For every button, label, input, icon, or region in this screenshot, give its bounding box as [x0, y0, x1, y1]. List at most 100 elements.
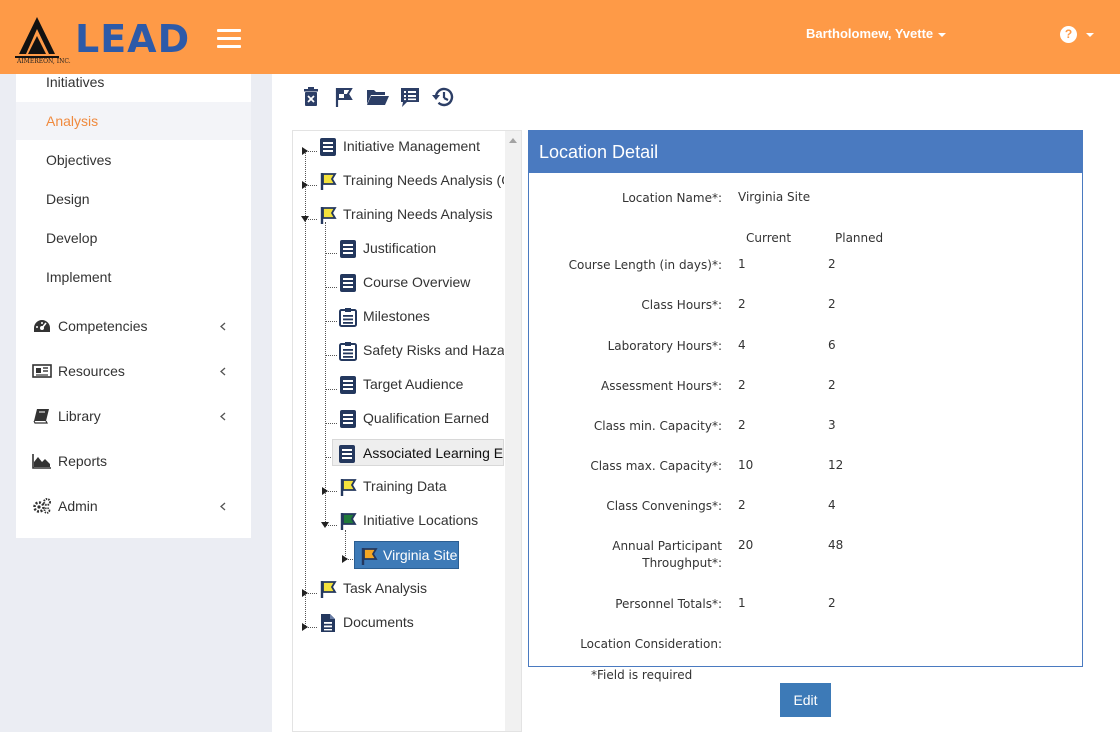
tree-node-task-analysis[interactable]: Task Analysis: [319, 576, 504, 600]
sidebar-item-competencies[interactable]: Competencies: [16, 306, 251, 346]
tree-node-training-data[interactable]: Training Data: [339, 474, 504, 498]
expand-arrow-icon[interactable]: [301, 181, 309, 189]
sidebar-item-label: Reports: [58, 453, 108, 469]
column-header-current: Current: [746, 231, 792, 245]
tree-node-milestones[interactable]: Milestones: [339, 304, 504, 328]
expand-arrow-icon[interactable]: [301, 589, 309, 597]
sidebar-item-label: Competencies: [58, 318, 148, 334]
tree-node-label: Milestones: [363, 308, 430, 324]
sidebar-item-reports[interactable]: Reports: [16, 441, 251, 481]
sidebar-item-label: Resources: [58, 363, 125, 379]
sidebar-item-analysis[interactable]: Analysis: [16, 102, 251, 140]
folder-open-icon[interactable]: [366, 86, 390, 108]
history-icon[interactable]: [432, 86, 454, 108]
flag-icon[interactable]: [333, 86, 355, 108]
tree-node-tna-c[interactable]: Training Needs Analysis (C: [319, 168, 504, 192]
file-icon: [321, 614, 335, 632]
tree-node-justification[interactable]: Justification: [339, 236, 504, 260]
edit-button[interactable]: Edit: [780, 683, 831, 717]
tree-node-qualification-earned[interactable]: Qualification Earned: [339, 406, 504, 430]
current-value: 20: [738, 538, 754, 552]
tree-node-label: Initiative Locations: [363, 512, 479, 528]
field-course-length: Course Length (in days)*: 1 2: [529, 257, 1082, 277]
document-icon: [320, 138, 336, 156]
sidebar-item-resources[interactable]: Resources: [16, 351, 251, 391]
field-label: Course Length (in days)*:: [568, 258, 722, 272]
user-menu[interactable]: Bartholomew, Yvette: [806, 26, 947, 41]
tree-node-tna[interactable]: Training Needs Analysis: [319, 202, 504, 226]
expand-arrow-icon[interactable]: [321, 487, 329, 495]
tree-node-label: Justification: [363, 240, 437, 256]
tree-node-course-overview[interactable]: Course Overview: [339, 270, 504, 294]
tree-node-associated-learning[interactable]: Associated Learning Ev: [332, 439, 504, 466]
document-icon: [340, 274, 356, 292]
document-icon: [340, 410, 356, 428]
chevron-left-icon: [220, 322, 226, 331]
field-laboratory-hours: Laboratory Hours*: 4 6: [529, 338, 1082, 358]
sidebar-item-admin[interactable]: Admin: [16, 486, 251, 526]
sidebar-item-library[interactable]: Library: [16, 396, 251, 436]
planned-value: 2: [828, 297, 836, 311]
collapse-arrow-icon[interactable]: [301, 215, 309, 223]
tree-node-initiative-locations[interactable]: Initiative Locations: [339, 508, 504, 532]
panel-title: Location Detail: [529, 131, 1082, 173]
scroll-up-icon[interactable]: [509, 138, 517, 143]
sidebar-item-label: Library: [58, 408, 101, 424]
tree-node-target-audience[interactable]: Target Audience: [339, 372, 504, 396]
tree-node-label: Safety Risks and Haza: [363, 342, 504, 358]
area-chart-icon: [32, 454, 51, 469]
tree-connector: [325, 389, 337, 390]
expand-arrow-icon[interactable]: [301, 623, 309, 631]
field-class-max-capacity: Class max. Capacity*: 10 12: [529, 458, 1082, 478]
cogs-icon: [33, 498, 51, 514]
tree-node-virginia-site[interactable]: Virginia Site: [354, 541, 459, 569]
tree-node-initiative-management[interactable]: Initiative Management: [319, 134, 504, 158]
field-label: Annual Participant Throughput*:: [612, 539, 722, 570]
tree-scrollbar[interactable]: [505, 131, 521, 731]
sidebar-item-initiatives[interactable]: Initiatives: [16, 63, 251, 101]
field-annual-throughput: Annual Participant Throughput*: 20 48: [529, 538, 1082, 578]
planned-value: 48: [828, 538, 844, 552]
clipboard-icon: [339, 342, 357, 361]
orange-flag-icon: [361, 548, 378, 565]
document-icon: [339, 445, 355, 463]
field-class-hours: Class Hours*: 2 2: [529, 297, 1082, 317]
expand-arrow-icon[interactable]: [301, 147, 309, 155]
sidebar-item-objectives[interactable]: Objectives: [16, 141, 251, 179]
list-alt-icon[interactable]: [399, 86, 421, 108]
newspaper-icon: [32, 364, 52, 378]
document-icon: [340, 240, 356, 258]
tree-node-label: Initiative Management: [343, 138, 480, 154]
tree-node-documents[interactable]: Documents: [319, 610, 504, 634]
sidebar-item-design[interactable]: Design: [16, 180, 251, 218]
green-flag-icon: [340, 513, 357, 530]
expand-arrow-icon[interactable]: [341, 555, 349, 563]
sidebar-item-implement[interactable]: Implement: [16, 258, 251, 296]
field-label: Laboratory Hours*:: [607, 339, 722, 353]
sidebar-item-develop[interactable]: Develop: [16, 219, 251, 257]
book-icon: [33, 409, 49, 424]
brand-logo[interactable]: LEAD AIMEREON, INC.: [15, 14, 200, 66]
current-value: 2: [738, 498, 746, 512]
tree-node-label: Virginia Site: [383, 547, 458, 563]
current-value: 2: [738, 418, 746, 432]
collapse-arrow-icon[interactable]: [321, 521, 329, 529]
help-menu[interactable]: ?: [1060, 26, 1096, 44]
dashboard-icon: [34, 320, 50, 332]
sidebar: Initiatives Analysis Objectives Design D…: [16, 74, 251, 538]
yellow-flag-icon: [320, 581, 337, 598]
tree-node-label: Course Overview: [363, 274, 471, 290]
tree-connector: [325, 355, 337, 356]
tree-node-safety-risks[interactable]: Safety Risks and Haza: [339, 338, 504, 362]
logo-wordmark: LEAD: [75, 17, 191, 61]
tree-node-label: Documents: [343, 614, 414, 630]
delete-icon[interactable]: [300, 86, 322, 108]
tree-connector: [325, 287, 337, 288]
chevron-left-icon: [220, 412, 226, 421]
planned-value: 2: [828, 257, 836, 271]
field-label: Class Hours*:: [641, 298, 722, 312]
field-class-min-capacity: Class min. Capacity*: 2 3: [529, 418, 1082, 438]
menu-toggle-icon[interactable]: [217, 29, 241, 49]
location-detail-panel: Location Detail Location Name*: Virginia…: [528, 130, 1083, 667]
planned-value: 2: [828, 378, 836, 392]
